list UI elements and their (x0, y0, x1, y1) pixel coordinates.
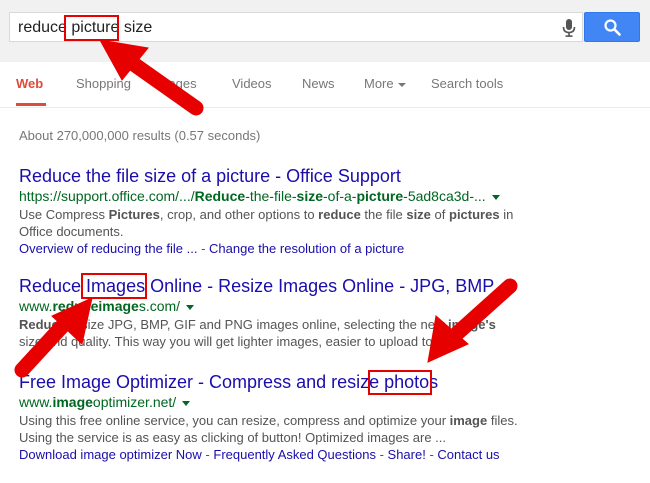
sitelink[interactable]: Frequently Asked Questions (213, 447, 376, 462)
result-snippet: Using this free online service, you can … (19, 413, 518, 445)
result-snippet: Use Compress Pictures, crop, and other o… (19, 207, 514, 239)
url-dropdown-icon[interactable] (182, 400, 191, 406)
result-url: www.imageoptimizer.net/ (19, 393, 639, 411)
active-tab-indicator (16, 103, 46, 106)
tab-news[interactable]: News (302, 76, 335, 91)
search-tabs: Web Shopping Images Videos News More Sea… (0, 62, 650, 108)
result-url: https://support.office.com/.../Reduce-th… (19, 187, 639, 205)
tab-search-tools[interactable]: Search tools (431, 76, 503, 91)
sitelink[interactable]: Overview of reducing the file ... (19, 241, 197, 256)
tab-videos[interactable]: Videos (232, 76, 272, 91)
search-button[interactable] (584, 12, 640, 42)
url-dropdown-icon[interactable] (186, 304, 195, 310)
chevron-down-icon (397, 82, 406, 87)
result-sitelinks: Overview of reducing the file ... - Chan… (19, 241, 405, 256)
result-title-link[interactable]: Reduce the file size of a picture - Offi… (19, 165, 639, 187)
tab-web[interactable]: Web (16, 76, 43, 91)
search-icon (604, 19, 621, 36)
tab-more-label: More (364, 76, 394, 91)
search-result: Reduce the file size of a picture - Offi… (19, 165, 639, 258)
tab-more[interactable]: More (364, 76, 406, 91)
tab-shopping[interactable]: Shopping (76, 76, 131, 91)
highlight-box-photos (368, 370, 432, 395)
result-stats: About 270,000,000 results (0.57 seconds) (19, 128, 261, 143)
highlight-box-images (81, 273, 147, 299)
sitelink[interactable]: Change the resolution of a picture (209, 241, 404, 256)
tab-images[interactable]: Images (154, 76, 197, 91)
search-result: Free Image Optimizer - Compress and resi… (19, 371, 639, 464)
result-sitelinks: Download image optimizer Now - Frequentl… (19, 447, 500, 462)
result-url: www.reduceimages.com/ (19, 297, 639, 315)
result-snippet: Reduce resize JPG, BMP, GIF and PNG imag… (19, 317, 496, 349)
sitelink[interactable]: Share! (388, 447, 426, 462)
sitelink[interactable]: Download image optimizer Now (19, 447, 202, 462)
url-dropdown-icon[interactable] (491, 194, 500, 200)
sitelink[interactable]: Contact us (437, 447, 499, 462)
highlight-box-picture (64, 15, 119, 41)
microphone-icon[interactable] (562, 19, 576, 37)
result-title-link[interactable]: Free Image Optimizer - Compress and resi… (19, 371, 639, 393)
